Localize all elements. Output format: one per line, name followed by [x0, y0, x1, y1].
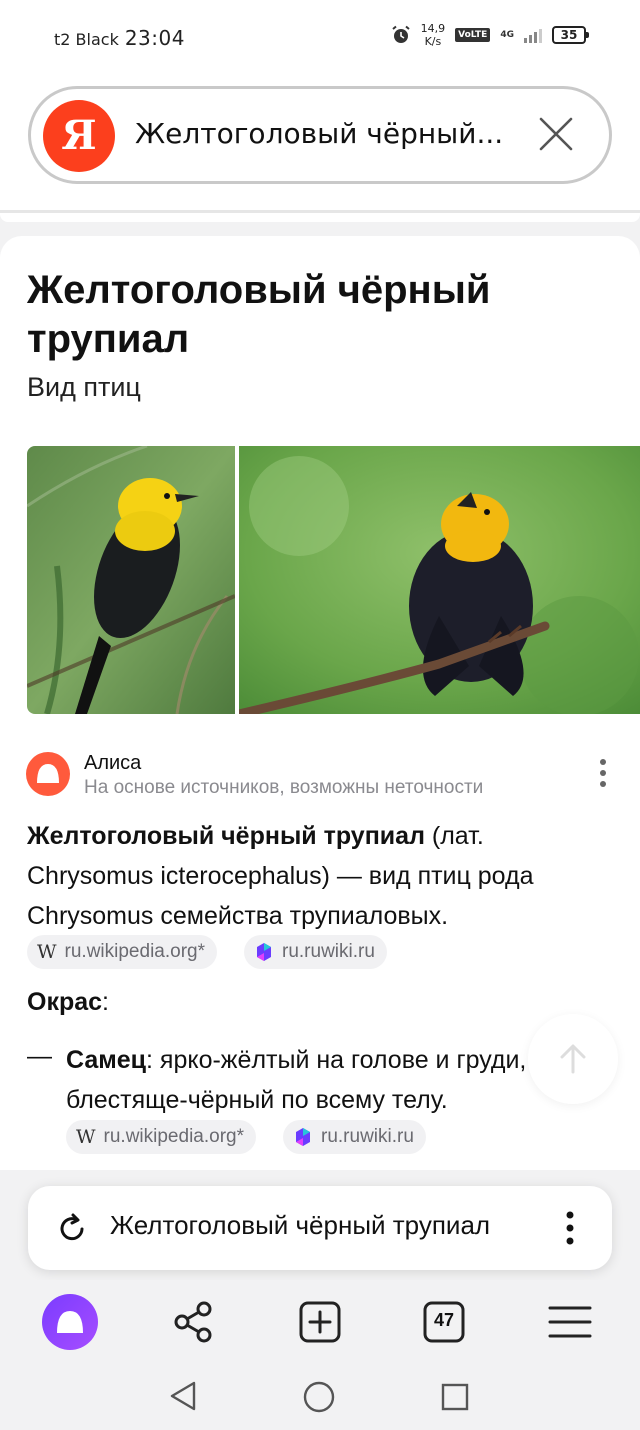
ruwiki-icon	[257, 943, 271, 961]
arrow-up-icon	[560, 1044, 586, 1074]
bird-photo-2-image	[239, 446, 640, 714]
network-type: 4G	[500, 30, 514, 40]
volte-badge: VoLTE	[455, 28, 491, 42]
header-divider	[0, 210, 640, 213]
network-speed-unit: K/s	[424, 35, 442, 48]
menu-icon[interactable]	[542, 1294, 598, 1350]
section-heading-text: Окрас	[27, 988, 103, 1016]
recents-icon[interactable]	[440, 1382, 470, 1412]
status-right: 14,9 K/s VoLTE 4G 35	[391, 22, 589, 48]
source-label: ru.wikipedia.org*	[103, 1126, 244, 1147]
wikipedia-icon: W	[76, 1126, 96, 1148]
refresh-icon[interactable]	[56, 1212, 88, 1244]
source-chip-wikipedia-2[interactable]: W ru.wikipedia.org*	[66, 1120, 256, 1154]
ruwiki-icon	[296, 1128, 310, 1146]
source-chip-ruwiki-2[interactable]: ru.ruwiki.ru	[283, 1120, 426, 1154]
status-left: t2 Black 23:04	[54, 26, 185, 50]
alice-logo-icon	[26, 752, 70, 796]
query-text[interactable]: Желтоголовый чёрный трупиал	[110, 1210, 490, 1241]
section-heading: Окрас:	[27, 988, 109, 1017]
previous-card-edge	[0, 214, 640, 222]
bullet-term: Самец	[66, 1046, 147, 1074]
query-bar[interactable]: Желтоголовый чёрный трупиал	[28, 1186, 612, 1270]
source-chip-wikipedia[interactable]: W ru.wikipedia.org*	[27, 935, 217, 969]
share-icon[interactable]	[166, 1294, 222, 1350]
close-icon[interactable]	[539, 117, 573, 151]
entity-title: Желтоголовый чёрный трупиал	[27, 268, 491, 361]
yandex-logo-letter: Я	[61, 112, 97, 159]
section-heading-colon: :	[102, 988, 109, 1016]
entity-card: Желтоголовый чёрный трупиал Вид птиц Али…	[0, 236, 640, 1170]
back-icon[interactable]	[168, 1380, 198, 1412]
alarm-icon	[392, 25, 410, 43]
alice-attribution: Алиса На основе источников, возможны нет…	[26, 752, 616, 802]
wikipedia-icon: W	[37, 941, 57, 963]
bird-photo-1-image	[27, 446, 235, 714]
search-header: Я Желтоголовый чёрный...	[0, 78, 640, 214]
scroll-to-top-button[interactable]	[528, 1014, 618, 1104]
bird-photo-2[interactable]	[239, 446, 640, 714]
browser-screen: t2 Black 23:04 14,9 K/s VoLTE 4G 35 Я Же…	[0, 0, 640, 1430]
system-navigation	[0, 1360, 640, 1430]
entity-subtitle: Вид птиц	[27, 372, 141, 402]
more-vertical-icon[interactable]	[598, 758, 608, 788]
battery-level: 35	[560, 28, 578, 42]
battery-icon: 35	[552, 26, 589, 44]
clock: 23:04	[124, 26, 185, 50]
search-input[interactable]: Желтоголовый чёрный...	[135, 117, 503, 150]
source-label: ru.wikipedia.org*	[64, 941, 205, 962]
source-label: ru.ruwiki.ru	[282, 941, 375, 962]
tabs-button[interactable]: 47	[416, 1294, 472, 1350]
signal-icon	[524, 27, 542, 43]
alice-name: Алиса	[84, 752, 142, 774]
search-box[interactable]: Я Желтоголовый чёрный...	[28, 86, 612, 184]
bullet-dash: —	[27, 1042, 52, 1070]
bird-photo-1[interactable]	[27, 446, 235, 714]
more-vertical-icon[interactable]	[566, 1210, 574, 1246]
carrier-label: t2 Black	[54, 30, 119, 49]
network-speed-value: 14,9	[420, 22, 446, 35]
alice-assistant-icon[interactable]	[42, 1294, 98, 1350]
yandex-logo-icon[interactable]: Я	[43, 100, 115, 172]
source-label: ru.ruwiki.ru	[321, 1126, 414, 1147]
answer-paragraph: Желтоголовый чёрный трупиал (лат. Chryso…	[27, 816, 617, 936]
answer-term: Желтоголовый чёрный трупиал	[27, 822, 425, 850]
network-speed: 14,9 K/s	[421, 22, 446, 48]
tabs-count: 47	[433, 1310, 455, 1330]
source-chip-ruwiki[interactable]: ru.ruwiki.ru	[244, 935, 387, 969]
home-icon[interactable]	[302, 1380, 336, 1414]
alice-disclaimer: На основе источников, возможны неточност…	[84, 777, 484, 798]
bullet-item: Самец: ярко-жёлтый на голове и груди, бл…	[66, 1040, 606, 1120]
new-tab-icon[interactable]	[292, 1294, 348, 1350]
status-bar: t2 Black 23:04 14,9 K/s VoLTE 4G 35	[0, 0, 640, 78]
bottom-navigation: 47	[0, 1280, 640, 1360]
